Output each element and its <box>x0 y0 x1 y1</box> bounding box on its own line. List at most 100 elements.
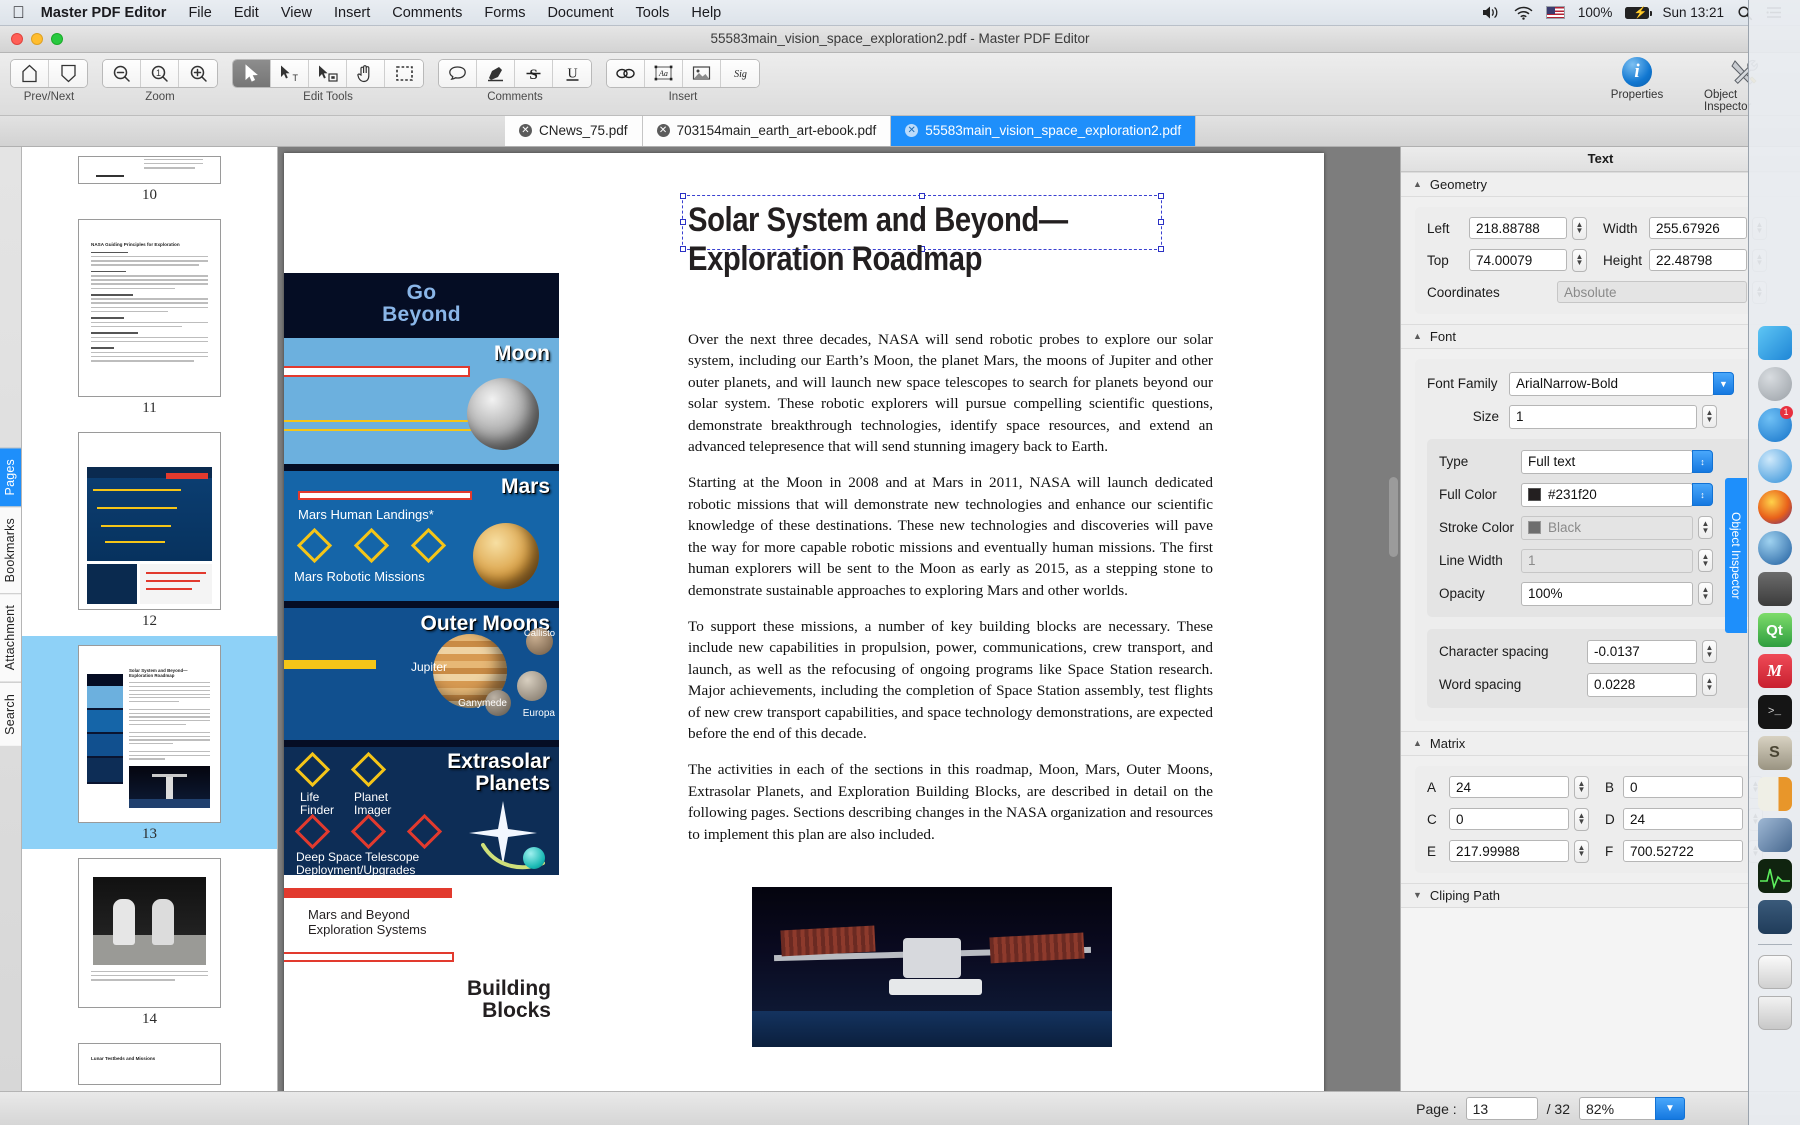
full-color-chevron-icon[interactable]: ↕ <box>1692 483 1713 506</box>
speech-bubble-icon[interactable] <box>439 60 477 87</box>
next-page-button[interactable] <box>49 60 87 87</box>
opacity-input[interactable]: 100% <box>1521 582 1693 606</box>
menu-item-forms[interactable]: Forms <box>473 3 536 23</box>
full-color-select[interactable]: #231f20 <box>1521 483 1693 507</box>
left-stepper[interactable]: ▲▼ <box>1572 217 1587 240</box>
sublime-text-icon[interactable]: S <box>1758 736 1792 770</box>
line-width-input[interactable]: 1 <box>1521 549 1693 573</box>
menu-item-file[interactable]: File <box>177 3 222 23</box>
sidebar-tab-bookmarks[interactable]: Bookmarks <box>0 506 21 593</box>
font-size-input[interactable]: 1 <box>1509 405 1697 429</box>
marker-pen-icon[interactable] <box>477 60 515 87</box>
tab-vision-space-exploration[interactable]: ✕ 55583main_vision_space_exploration2.pd… <box>891 116 1196 146</box>
page-thumbnails-panel[interactable]: 10 NASA Guiding Principles for Explorati… <box>22 147 278 1092</box>
sidebar-tab-attachment[interactable]: Attachment <box>0 593 21 681</box>
zoom-combobox[interactable]: 82% ▼ <box>1579 1097 1685 1120</box>
sidebar-tab-pages[interactable]: Pages <box>0 447 21 506</box>
speaker-icon[interactable] <box>1481 5 1501 20</box>
minimize-window-button[interactable] <box>31 33 43 45</box>
notes-icon[interactable] <box>1758 777 1792 811</box>
link-chain-icon[interactable] <box>607 60 645 87</box>
maximize-window-button[interactable] <box>51 33 63 45</box>
coordinates-select[interactable]: Absolute <box>1557 281 1747 303</box>
character-spacing-input[interactable]: -0.0137 <box>1587 640 1697 664</box>
thumbnail-item[interactable]: 12 <box>22 423 277 636</box>
marquee-select-icon[interactable] <box>385 60 423 87</box>
window-traffic-lights[interactable] <box>0 33 63 45</box>
left-input[interactable]: 218.88788 <box>1469 217 1567 239</box>
top-stepper[interactable]: ▲▼ <box>1572 249 1587 272</box>
document-vertical-scrollbar[interactable] <box>1389 477 1398 557</box>
activity-monitor-icon[interactable] <box>1758 859 1792 893</box>
thumbnail-item-selected[interactable]: Solar System and Beyond—Exploration Road… <box>22 636 277 849</box>
zoom-chevron-down-icon[interactable]: ▼ <box>1655 1097 1685 1120</box>
menu-item-help[interactable]: Help <box>680 3 732 23</box>
document-title[interactable]: Solar System and Beyond— Exploration Roa… <box>688 201 1092 280</box>
tab-earth-art-ebook[interactable]: ✕ 703154main_earth_art-ebook.pdf <box>643 116 892 146</box>
thumbnail-item[interactable]: 10 <box>22 147 277 210</box>
screenshot-icon[interactable] <box>1758 900 1792 934</box>
trash-icon[interactable] <box>1758 996 1792 1030</box>
matrix-b-input[interactable]: 0 <box>1623 776 1743 798</box>
close-window-button[interactable] <box>11 33 23 45</box>
strikethrough-icon[interactable]: S <box>515 60 553 87</box>
section-header-matrix[interactable]: ▲ Matrix <box>1401 731 1800 756</box>
stroke-color-select[interactable]: Black <box>1521 516 1693 540</box>
page-number-input[interactable]: 13 <box>1466 1097 1538 1120</box>
menu-item-edit[interactable]: Edit <box>223 3 270 23</box>
close-tab-icon[interactable]: ✕ <box>657 124 670 137</box>
menu-item-insert[interactable]: Insert <box>323 3 381 23</box>
height-input[interactable]: 22.48798 <box>1649 249 1747 271</box>
triangle-collapse-icon[interactable]: ▲ <box>1413 179 1422 189</box>
virtualbox-icon[interactable] <box>1758 818 1792 852</box>
tab-cnews[interactable]: ✕ CNews_75.pdf <box>505 116 643 146</box>
menu-item-document[interactable]: Document <box>536 3 624 23</box>
document-viewport[interactable]: Go Beyond Moon Mars Mars Human Landings* <box>278 147 1400 1092</box>
sidebar-tab-search[interactable]: Search <box>0 682 21 746</box>
top-input[interactable]: 74.00079 <box>1469 249 1567 271</box>
battery-charging-icon[interactable]: ⚡ <box>1625 7 1649 19</box>
menu-app-name[interactable]: Master PDF Editor <box>41 3 178 23</box>
edit-text-tool-button[interactable]: T <box>271 60 309 87</box>
menu-item-tools[interactable]: Tools <box>625 3 681 23</box>
qt-creator-icon[interactable]: Qt <box>1758 613 1792 647</box>
opacity-stepper[interactable]: ▲▼ <box>1698 582 1713 605</box>
close-tab-icon[interactable]: ✕ <box>519 124 532 137</box>
master-pdf-editor-icon[interactable]: M <box>1758 654 1792 688</box>
properties-button[interactable]: i Properties <box>1596 57 1678 113</box>
text-box-icon[interactable]: Aa <box>645 60 683 87</box>
triangle-collapse-icon[interactable]: ▲ <box>1413 738 1422 748</box>
character-spacing-stepper[interactable]: ▲▼ <box>1702 640 1717 663</box>
window-titlebar[interactable]: 55583main_vision_space_exploration2.pdf … <box>0 26 1800 53</box>
terminal-icon[interactable]: >_ <box>1758 695 1792 729</box>
section-header-font[interactable]: ▲ Font <box>1401 324 1800 349</box>
downloads-stack-icon[interactable] <box>1758 955 1792 989</box>
edit-object-tool-button[interactable] <box>309 60 347 87</box>
thumbnail-item[interactable]: Lunar Testbeds and Missions <box>22 1034 277 1085</box>
triangle-collapse-icon[interactable]: ▲ <box>1413 331 1422 341</box>
us-flag-icon[interactable] <box>1546 6 1565 19</box>
zoom-actual-size-button[interactable]: 1 <box>141 60 179 87</box>
signature-icon[interactable]: Sig <box>721 60 759 87</box>
thumbnail-item[interactable]: 14 <box>22 849 277 1034</box>
matrix-a-stepper[interactable]: ▲▼ <box>1574 776 1589 799</box>
close-tab-icon[interactable]: ✕ <box>905 124 918 137</box>
select-tool-button[interactable] <box>233 60 271 87</box>
line-width-stepper[interactable]: ▲▼ <box>1698 549 1713 572</box>
firefox-icon[interactable] <box>1758 490 1792 524</box>
triangle-expand-icon[interactable]: ▼ <box>1413 890 1422 900</box>
launchpad-icon[interactable] <box>1758 367 1792 401</box>
image-icon[interactable] <box>683 60 721 87</box>
system-preferences-icon[interactable] <box>1758 572 1792 606</box>
document-body-text[interactable]: Over the next three decades, NASA will s… <box>688 329 1213 860</box>
menu-item-comments[interactable]: Comments <box>381 3 473 23</box>
chevron-down-icon[interactable]: ▼ <box>1713 372 1734 395</box>
zoom-in-button[interactable] <box>179 60 217 87</box>
type-select[interactable]: Full text <box>1521 450 1693 474</box>
app-store-icon[interactable]: 1 <box>1758 408 1792 442</box>
matrix-a-input[interactable]: 24 <box>1449 776 1569 798</box>
word-spacing-stepper[interactable]: ▲▼ <box>1702 673 1717 696</box>
matrix-e-input[interactable]: 217.99988 <box>1449 840 1569 862</box>
font-size-stepper[interactable]: ▲▼ <box>1702 405 1717 428</box>
underline-icon[interactable]: U <box>553 60 591 87</box>
